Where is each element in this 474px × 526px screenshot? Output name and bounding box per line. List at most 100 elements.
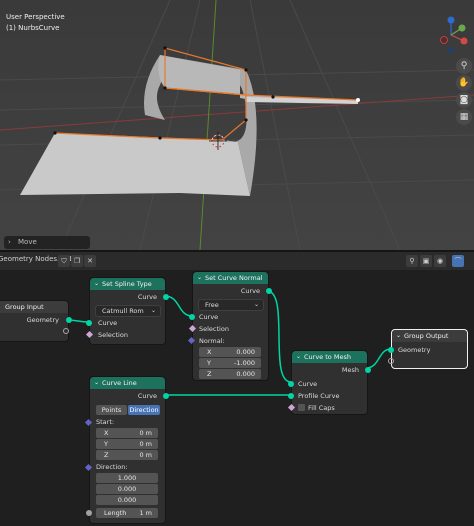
length-field[interactable]: Length 1 m [96,508,158,518]
chevron-down-icon[interactable]: ⌄ [296,351,301,363]
viewport-scene [0,0,474,250]
node-curve-line[interactable]: ⌄ Curve Line Curve Points Direction Star… [84,376,169,524]
chevron-down-icon[interactable]: ⌄ [197,272,202,284]
curve-line-title: Curve Line [102,379,137,387]
set-spline-type-selection-label: Selection [98,331,128,339]
group-input-geometry-label: Geometry [26,316,59,324]
object-name: (1) NurbsCurve [6,24,60,32]
curve-to-mesh-header: ⌄ Curve to Mesh [292,351,367,363]
set-curve-normal-in-curve-socket[interactable] [189,314,195,320]
normal-x-field[interactable]: X 0.000 [199,347,261,357]
normal-mode-dropdown[interactable]: Free ⌄ [198,299,264,311]
group-output-title: Group Output [404,332,449,340]
curve-to-mesh-profile-socket[interactable] [288,393,294,399]
snap-icon[interactable]: ◉ [434,255,446,267]
mode-points-button[interactable]: Points [96,405,127,415]
camera-icon[interactable]: ◙ [456,92,472,108]
curve-line-out-curve-label: Curve [137,392,157,400]
start-y-value: 0 m [139,440,152,448]
group-output-empty-socket[interactable] [388,358,394,364]
node-set-curve-normal[interactable]: ⌄ Set Curve Normal Curve Free ⌄ Curve Se… [187,271,272,381]
chevron-down-icon: ⌄ [253,301,259,308]
set-spline-type-in-curve-socket[interactable] [86,320,92,326]
set-spline-type-out-curve-socket[interactable] [163,294,169,300]
duplicate-icon[interactable]: ❐ [71,255,83,267]
normal-y-label: Y [207,359,211,367]
axis-gizmo[interactable] [430,14,472,54]
normal-x-label: X [207,348,212,356]
view-name: User Perspective [6,13,65,21]
direction-z-field[interactable]: 0.000 [96,495,158,505]
start-y-label: Y [104,440,108,448]
set-spline-type-title: Set Spline Type [102,280,152,288]
hand-pan-icon[interactable]: ✋ [456,75,472,91]
direction-y-field[interactable]: 0.000 [96,484,158,494]
start-y-field[interactable]: Y 0 m [96,439,158,449]
length-label: Length [104,509,127,517]
start-z-field[interactable]: Z 0 m [96,450,158,460]
normal-y-value: -1.000 [234,359,255,367]
direction-x-value: 1.000 [117,474,137,482]
node-group-output[interactable]: ⌄ Group Output Geometry [388,329,468,369]
group-input-geometry-socket[interactable] [66,317,72,323]
set-curve-normal-in-curve-label: Curve [199,313,219,321]
normal-y-field[interactable]: Y -1.000 [199,358,261,368]
curve-to-mesh-curve-socket[interactable] [288,381,294,387]
start-z-label: Z [104,451,109,459]
chevron-down-icon[interactable]: ⌄ [396,330,401,342]
grid-icon[interactable]: ▦ [456,109,472,125]
normal-z-field[interactable]: Z 0.000 [199,369,261,379]
chevron-down-icon[interactable]: ⌄ [94,278,99,290]
group-output-geometry-socket[interactable] [388,347,394,353]
curve-line-out-curve-socket[interactable] [163,393,169,399]
start-x-value: 0 m [139,429,152,437]
curve-to-mesh-profile-label: Profile Curve [298,392,340,400]
curve-to-mesh-out-mesh-socket[interactable] [365,367,371,373]
node-editor[interactable]: Group Input Geometry ⌄ Set Spline Type C… [0,270,474,526]
node-group-input[interactable]: Group Input Geometry [0,300,72,342]
curve-line-length-socket[interactable] [86,510,92,516]
set-curve-normal-normal-label: Normal: [199,337,225,345]
node-set-spline-type[interactable]: ⌄ Set Spline Type Curve Catmull Rom ⌄ Cu… [85,277,169,345]
backdrop-icon[interactable]: ▣ [420,255,432,267]
normal-mode-value: Free [205,301,219,309]
last-operator-panel[interactable]: › Move [4,236,90,249]
start-z-value: 0 m [139,451,152,459]
shield-icon[interactable]: ⛉ [58,255,70,267]
curve-line-header: ⌄ Curve Line [90,377,165,389]
mode-direction-button[interactable]: Direction [128,405,160,415]
set-curve-normal-out-curve-socket[interactable] [266,288,272,294]
normal-z-label: Z [207,370,212,378]
spline-type-value: Catmull Rom [102,307,144,315]
close-icon[interactable]: ✕ [84,255,96,267]
start-x-label: X [104,429,109,437]
spline-type-dropdown[interactable]: Catmull Rom ⌄ [95,305,161,317]
overlay-icon[interactable]: ⌒ [452,255,464,267]
group-input-empty-socket[interactable] [63,328,69,334]
set-curve-normal-selection-label: Selection [199,325,229,333]
direction-y-value: 0.000 [117,485,137,493]
zoom-icon[interactable]: ⚲ [456,58,472,74]
set-curve-normal-title: Set Curve Normal [205,274,263,282]
curve-to-mesh-out-mesh-label: Mesh [341,366,359,374]
fill-caps-checkbox[interactable] [298,404,305,411]
group-output-geometry-label: Geometry [398,346,431,354]
direction-x-field[interactable]: 1.000 [96,473,158,483]
curve-line-direction-label: Direction: [96,463,128,471]
pin-icon[interactable]: ⚲ [406,255,418,267]
chevron-down-icon[interactable]: ⌄ [94,377,99,389]
curve-line-start-label: Start: [96,418,115,426]
direction-z-value: 0.000 [117,496,137,504]
chevron-down-icon: ⌄ [150,307,156,314]
group-output-header: ⌄ Group Output [392,330,467,342]
3d-viewport[interactable]: User Perspective (1) NurbsCurve ⚲ ✋ ◙ ▦ … [0,0,474,250]
group-input-title: Group Input [0,301,68,313]
start-x-field[interactable]: X 0 m [96,428,158,438]
set-spline-type-out-curve-label: Curve [137,293,157,301]
node-curve-to-mesh[interactable]: ⌄ Curve to Mesh Mesh Curve Profile Curve… [287,350,371,415]
set-spline-type-header: ⌄ Set Spline Type [90,278,165,290]
curve-to-mesh-fill-caps-label: Fill Caps [308,404,335,412]
node-editor-header: Geometry Nodes.001 ⛉ ❐ ✕ ⚲ ▣ ◉ ⌒ [0,252,474,270]
curve-to-mesh-curve-label: Curve [298,380,318,388]
last-operator-label: Move [18,238,37,246]
